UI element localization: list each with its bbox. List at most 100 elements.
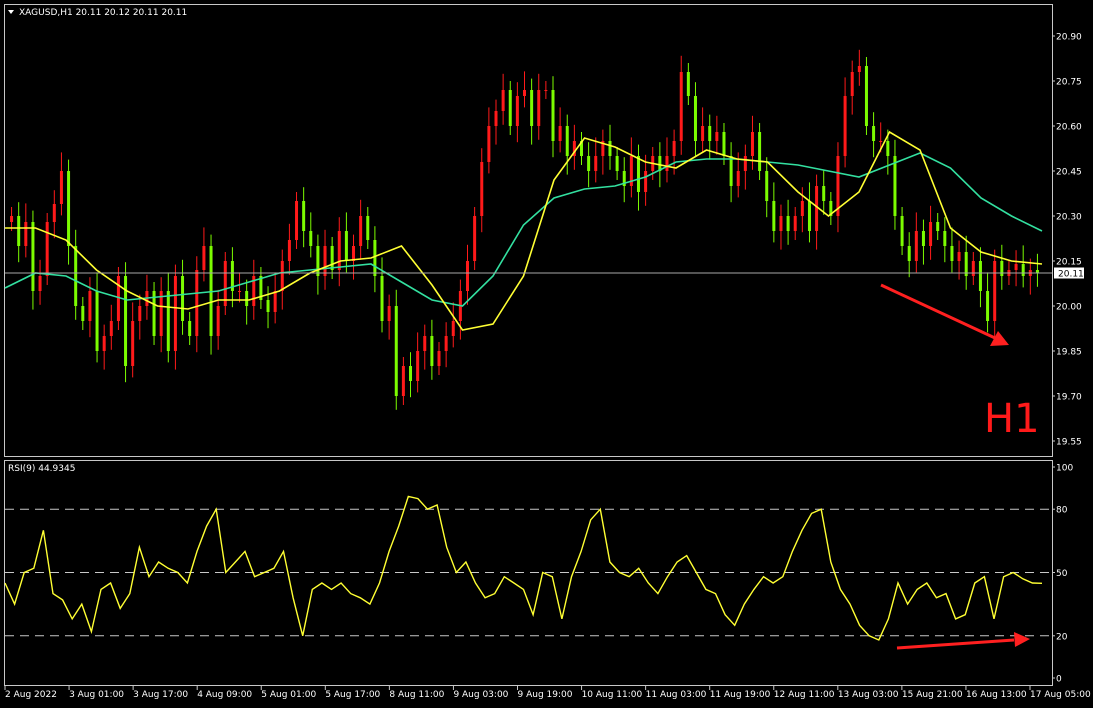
candle-body: [109, 321, 113, 336]
price-tick-label: 20.15: [1056, 258, 1082, 268]
candle-body: [302, 201, 306, 231]
candle-body: [864, 66, 868, 126]
timeframe-mark: H1: [984, 396, 1040, 442]
candle-body: [466, 261, 470, 291]
candle-body: [238, 291, 242, 292]
rsi-line: [4, 495, 1043, 641]
candle-body: [423, 336, 427, 351]
candle-body: [907, 246, 911, 261]
candle-body: [337, 231, 341, 270]
candle-body: [487, 126, 491, 162]
candle-body: [166, 291, 170, 351]
candle-body: [693, 96, 697, 141]
rsi-tick-label: 0: [1056, 675, 1062, 685]
price-tick-label: 20.00: [1056, 303, 1082, 313]
time-tick-label: 13 Aug 03:00: [838, 690, 899, 700]
candle-body: [451, 321, 455, 336]
price-tick-label: 20.75: [1056, 78, 1082, 88]
price-tick-label: 19.70: [1056, 393, 1082, 403]
candle-body: [52, 204, 56, 222]
candle-body: [416, 351, 420, 381]
candle-body: [515, 96, 519, 126]
candle-body: [45, 222, 49, 276]
candle-body: [380, 276, 384, 321]
candle-body: [74, 246, 78, 306]
candle-body: [544, 90, 548, 91]
candle-body: [323, 246, 327, 276]
time-tick-label: 16 Aug 13:00: [966, 690, 1027, 700]
price-tick-label: 20.30: [1056, 213, 1082, 223]
candle-body: [644, 171, 648, 192]
candle-body: [102, 336, 106, 351]
candle-body: [701, 126, 705, 141]
rsi-tick-label: 20: [1056, 632, 1068, 642]
candle-body: [10, 216, 14, 222]
candle-body: [245, 291, 249, 306]
candle-body: [900, 216, 904, 246]
price-pane-header: XAGUSD,H1 20.11 20.12 20.11 20.11: [19, 8, 187, 18]
rsi-pane-header: RSI(9) 44.9345: [8, 464, 75, 474]
candle-body: [886, 141, 890, 156]
time-tick-label: 11 Aug 03:00: [646, 690, 707, 700]
candle-body: [779, 216, 783, 231]
candle-body: [793, 216, 797, 231]
candle-body: [352, 246, 356, 261]
candle-body: [181, 276, 185, 321]
rsi-up-arrow: [896, 632, 1030, 650]
candle-body: [608, 141, 612, 156]
candle-body: [394, 306, 398, 396]
candle-body: [159, 291, 163, 336]
candle-body: [565, 126, 569, 156]
time-tick-label: 15 Aug 21:00: [902, 690, 963, 700]
candle-body: [17, 216, 21, 246]
price-axis: 20.90 20.75 20.60 20.45 20.30 20.15 20.00 19.85…: [1052, 33, 1082, 448]
candle-body: [786, 216, 790, 231]
candle-body: [366, 216, 370, 240]
time-tick-label: 8 Aug 11:00: [389, 690, 444, 700]
candle-body: [807, 201, 811, 231]
candle-body: [636, 156, 640, 192]
candle-body: [587, 156, 591, 171]
candle-body: [964, 252, 968, 276]
candle-body: [501, 90, 505, 111]
candle-body: [822, 186, 826, 201]
price-tick-label: 20.45: [1056, 168, 1082, 178]
candle-body: [38, 276, 42, 291]
candle-body: [743, 156, 747, 171]
candle-body: [1014, 264, 1018, 270]
time-tick-label: 4 Aug 09:00: [197, 690, 252, 700]
candle-body: [800, 201, 804, 216]
rsi-axis: 100 80 50 20 0: [1052, 464, 1073, 685]
candle-body: [765, 171, 769, 201]
price-tick-label: 20.90: [1056, 33, 1082, 43]
candle-body: [857, 66, 861, 72]
chart-menu-triangle-icon[interactable]: [8, 10, 14, 14]
candle-body: [936, 222, 940, 231]
candle-body: [772, 201, 776, 231]
candle-body: [758, 132, 762, 171]
candle-body: [473, 216, 477, 261]
candle-body: [24, 222, 28, 246]
candle-body: [957, 252, 961, 261]
current-price-label: 20.11: [1058, 270, 1084, 280]
rsi-tick-label: 50: [1056, 569, 1068, 579]
candle-body: [266, 300, 270, 312]
time-tick-label: 3 Aug 01:00: [69, 690, 124, 700]
candle-body: [280, 261, 284, 291]
candle-body: [295, 201, 299, 240]
candle-body: [202, 246, 206, 270]
candle-body: [708, 126, 712, 141]
candle-body: [679, 72, 683, 141]
candle-body: [138, 306, 142, 321]
price-down-arrow: [880, 283, 1009, 346]
rsi-level-lines: [5, 508, 1052, 637]
candle-body: [530, 90, 534, 126]
candle-body: [750, 132, 754, 156]
candle-body: [672, 141, 676, 156]
candle-body: [480, 162, 484, 216]
time-axis: 2 Aug 2022 3 Aug 01:00 3 Aug 17:00 4 Aug 09…: [4, 686, 1091, 700]
time-tick-label: 5 Aug 01:00: [261, 690, 316, 700]
candle-body: [330, 246, 334, 270]
candle-body: [95, 291, 99, 351]
candle-body: [736, 171, 740, 186]
